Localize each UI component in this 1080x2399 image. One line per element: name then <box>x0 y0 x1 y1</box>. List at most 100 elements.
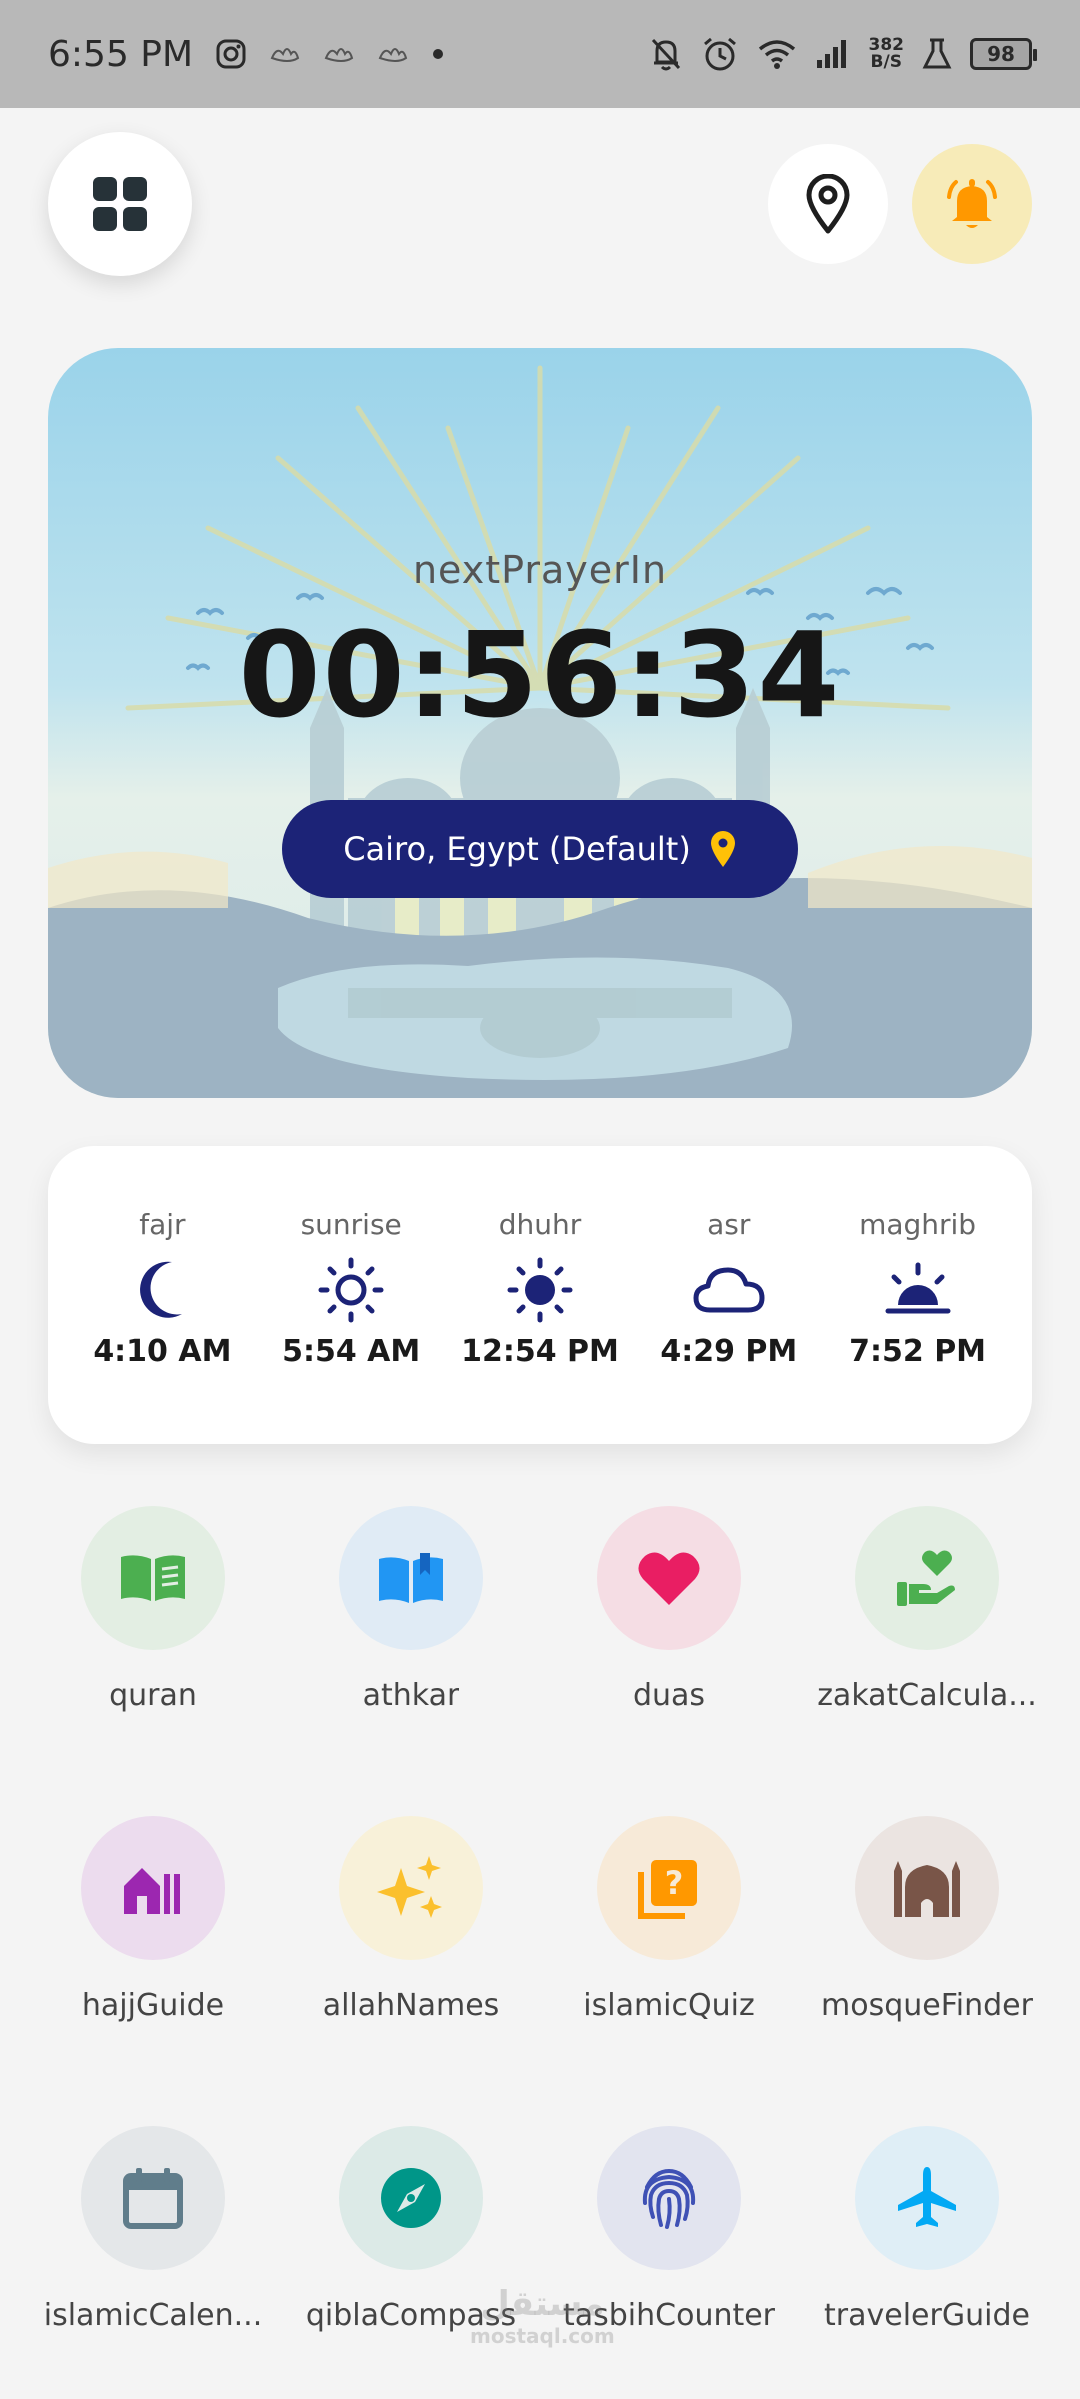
prayer-times-card: fajr 4:10 AM sunrise 5:54 AM dhuhr 12:54… <box>48 1146 1032 1444</box>
moon-icon <box>140 1261 183 1318</box>
charity-hand-icon <box>897 1550 955 1606</box>
location-pin-icon <box>806 174 850 234</box>
feature-label: travelerGuide <box>824 2298 1030 2333</box>
feature-icon-circle <box>855 1816 999 1960</box>
features-row: quran athkar duas zakatCalcula... <box>24 1506 1056 1816</box>
system-icons: 382 B/S 98 <box>649 35 1037 73</box>
feature-icon-circle <box>339 2126 483 2270</box>
kaaba-icon <box>124 1868 180 1914</box>
feature-label: allahNames <box>322 1988 500 2023</box>
feature-label: duas <box>632 1678 706 1713</box>
watermark-logo: مستقل <box>480 2284 605 2324</box>
cloud-icon <box>693 1267 765 1313</box>
feature-tasbih-counter[interactable]: tasbihCounter <box>540 2126 798 2399</box>
alarm-icon <box>703 37 736 71</box>
feature-label: hajjGuide <box>81 1988 225 2023</box>
feature-zakat-calculator[interactable]: zakatCalcula... <box>798 1506 1056 1816</box>
next-prayer-card: nextPrayerIn 00:56:34 Cairo, Egypt (Defa… <box>48 348 1032 1098</box>
airplane-icon <box>898 2167 956 2227</box>
prayer-time: 7:52 PM <box>849 1334 987 1369</box>
prayer-maghrib[interactable]: maghrib 7:52 PM <box>828 1208 1008 1369</box>
feature-icon-circle <box>855 2126 999 2270</box>
feature-islamic-quiz[interactable]: ? islamicQuiz <box>540 1816 798 2126</box>
prayer-time: 4:10 AM <box>93 1334 232 1369</box>
feature-label: islamicCalen... <box>43 2298 263 2333</box>
feature-quran[interactable]: quran <box>24 1506 282 1816</box>
prayer-name: maghrib <box>859 1208 977 1241</box>
open-book-icon <box>379 1553 443 1603</box>
quiz-icon: ? <box>638 1860 697 1919</box>
feature-icon-circle <box>81 2126 225 2270</box>
fingerprint-icon <box>642 2168 696 2229</box>
prayer-name: asr <box>707 1208 751 1241</box>
prayer-name: fajr <box>139 1208 186 1241</box>
sunset-icon <box>885 1262 951 1314</box>
more-dot-icon <box>433 49 444 59</box>
menu-button[interactable] <box>48 132 192 276</box>
feature-icon-circle <box>855 1506 999 1650</box>
calendar-icon <box>123 2168 183 2229</box>
location-text: Cairo, Egypt (Default) <box>343 830 691 868</box>
prayer-name: sunrise <box>300 1208 402 1241</box>
feature-icon-circle <box>81 1506 225 1650</box>
feature-icon-circle <box>597 2126 741 2270</box>
feature-hajj-guide[interactable]: hajjGuide <box>24 1816 282 2126</box>
sun-outline-icon <box>318 1257 384 1323</box>
bell-off-icon <box>651 38 680 71</box>
prayer-time: 5:54 AM <box>282 1334 421 1369</box>
location-pin-icon <box>710 831 735 867</box>
sparkles-icon <box>377 1856 442 1918</box>
feature-label: athkar <box>362 1678 460 1713</box>
instagram-icon <box>216 39 246 69</box>
battery-indicator: 98 <box>970 38 1037 70</box>
feature-icon-circle <box>339 1816 483 1960</box>
prayer-name: dhuhr <box>498 1208 582 1241</box>
countdown-timer: 00:56:34 <box>238 606 842 744</box>
watermark: مستقل mostaql.com <box>470 2284 615 2348</box>
feature-allah-names[interactable]: allahNames <box>282 1816 540 2126</box>
status-time: 6:55 PM <box>48 33 194 75</box>
features-row: hajjGuide allahNames ? islamicQuiz mosqu… <box>24 1816 1056 2126</box>
location-button[interactable] <box>768 144 888 264</box>
feature-islamic-calendar[interactable]: islamicCalen... <box>24 2126 282 2399</box>
feature-mosque-finder[interactable]: mosqueFinder <box>798 1816 1056 2126</box>
svg-text:?: ? <box>665 1864 684 1902</box>
mosque-icon <box>894 1861 960 1917</box>
feature-label: quran <box>109 1678 197 1713</box>
feature-qibla-compass[interactable]: qiblaCompass <box>282 2126 540 2399</box>
feature-icon-circle <box>597 1506 741 1650</box>
notification-icons <box>215 38 445 70</box>
prayer-fajr[interactable]: fajr 4:10 AM <box>72 1208 252 1369</box>
feature-traveler-guide[interactable]: travelerGuide <box>798 2126 1056 2399</box>
prayer-time: 4:29 PM <box>660 1334 798 1369</box>
prayer-asr[interactable]: asr 4:29 PM <box>639 1208 819 1369</box>
feature-icon-circle: ? <box>597 1816 741 1960</box>
sun-icon <box>507 1257 573 1323</box>
app-notification-icon <box>270 48 300 62</box>
prayer-dhuhr[interactable]: dhuhr 12:54 PM <box>450 1208 630 1369</box>
book-icon <box>121 1555 185 1601</box>
notifications-button[interactable] <box>912 144 1032 264</box>
grid-icon <box>93 177 147 231</box>
location-chip[interactable]: Cairo, Egypt (Default) <box>282 800 798 898</box>
net-speed-unit: B/S <box>870 52 902 72</box>
features-row: islamicCalen... qiblaCompass tasbihCount… <box>24 2126 1056 2399</box>
feature-label: islamicQuiz <box>583 1988 755 2023</box>
feature-icon-circle <box>81 1816 225 1960</box>
battery-level: 98 <box>987 42 1015 66</box>
heart-icon <box>638 1552 700 1605</box>
watermark-url: mostaql.com <box>470 2324 615 2348</box>
feature-label: mosqueFinder <box>821 1988 1033 2023</box>
feature-athkar[interactable]: athkar <box>282 1506 540 1816</box>
status-bar: 6:55 PM 382 B/S 98 <box>0 0 1080 108</box>
compass-icon <box>381 2168 441 2228</box>
signal-icon <box>816 40 846 68</box>
feature-duas[interactable]: duas <box>540 1506 798 1816</box>
flask-icon <box>922 38 952 69</box>
prayer-time: 12:54 PM <box>461 1334 619 1369</box>
app-notification-icon <box>324 48 354 62</box>
prayer-sunrise[interactable]: sunrise 5:54 AM <box>261 1208 441 1369</box>
app-notification-icon <box>378 48 408 62</box>
wifi-icon <box>758 40 795 69</box>
feature-label: zakatCalcula... <box>817 1678 1037 1713</box>
